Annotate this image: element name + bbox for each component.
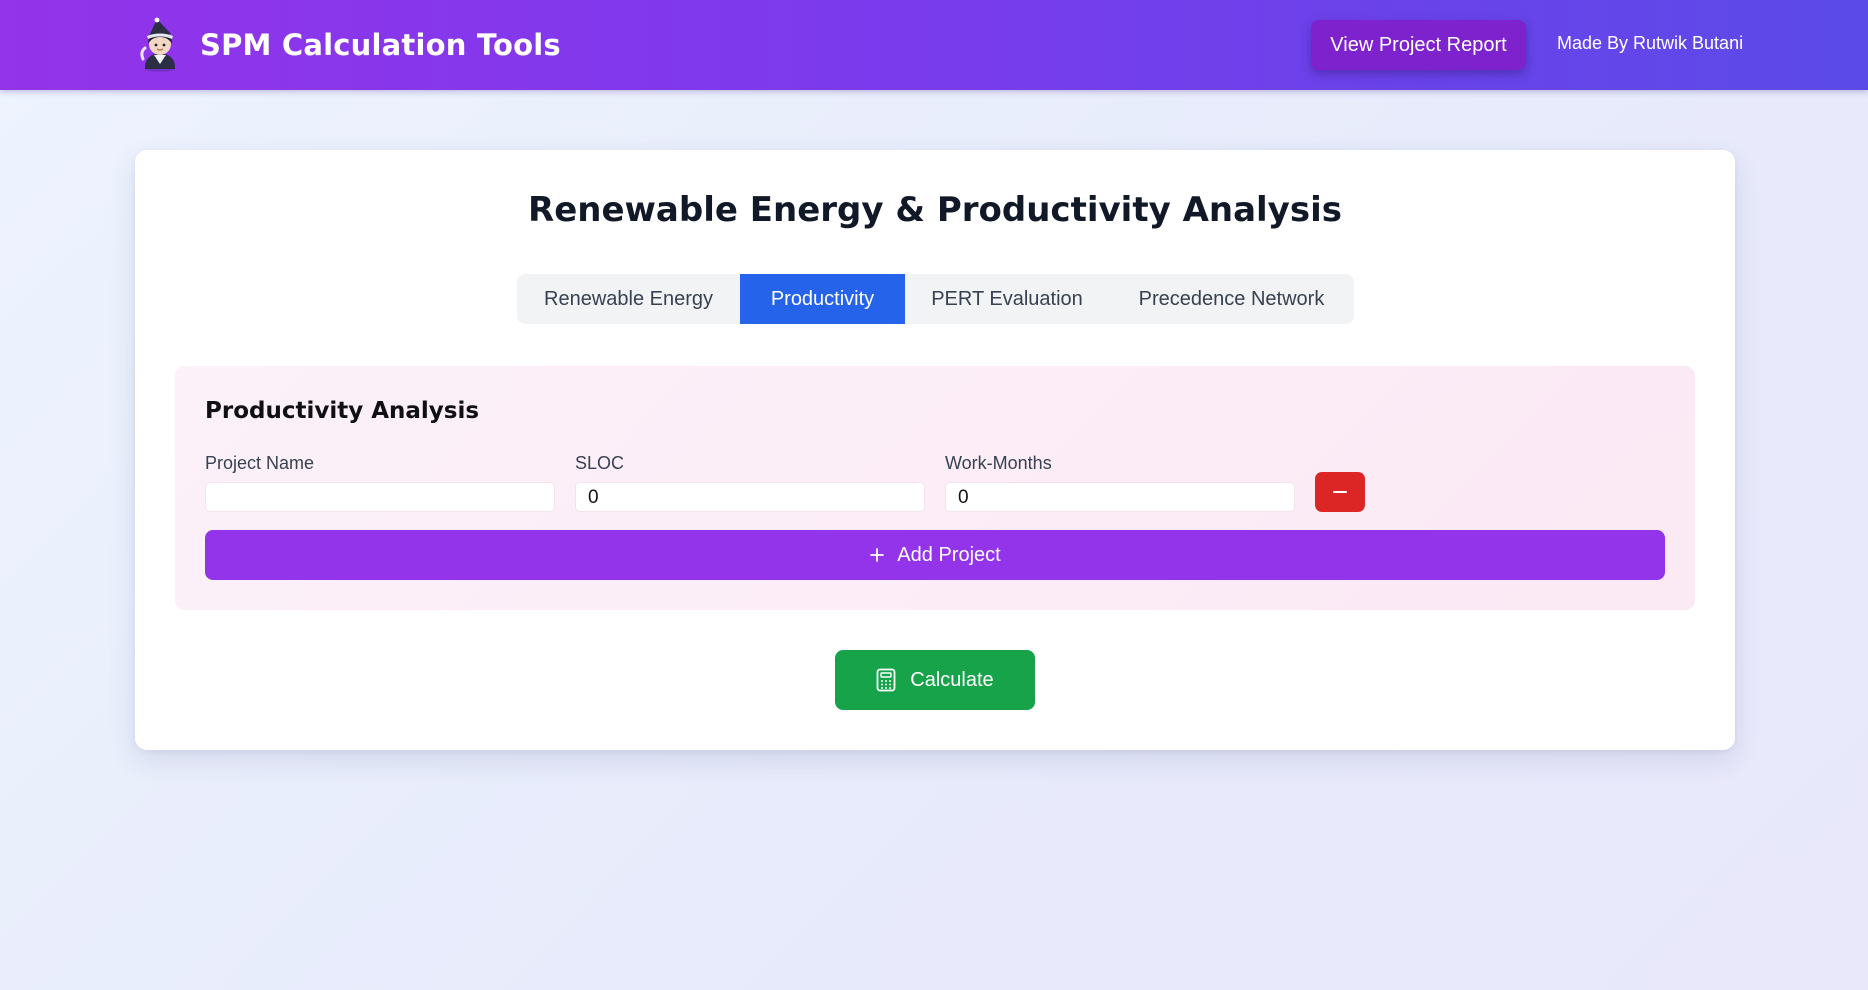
plus-icon <box>869 547 885 563</box>
tab-renewable-energy[interactable]: Renewable Energy <box>517 274 740 324</box>
productivity-panel: Productivity Analysis Project Name SLOC … <box>175 366 1695 610</box>
add-project-button[interactable]: Add Project <box>205 530 1665 580</box>
work-months-input[interactable] <box>945 482 1295 512</box>
sloc-input[interactable] <box>575 482 925 512</box>
tab-pert-evaluation[interactable]: PERT Evaluation <box>905 274 1109 324</box>
app-header: SPM Calculation Tools View Project Repor… <box>0 0 1868 90</box>
wizard-avatar-icon <box>140 17 176 72</box>
page-title: Renewable Energy & Productivity Analysis <box>528 190 1342 230</box>
calculator-icon <box>876 668 896 692</box>
tab-productivity[interactable]: Productivity <box>740 274 905 324</box>
panel-title: Productivity Analysis <box>205 398 480 424</box>
calculate-label: Calculate <box>910 668 994 691</box>
project-name-input[interactable] <box>205 482 555 512</box>
sloc-field-group: SLOC <box>575 452 925 512</box>
add-project-label: Add Project <box>897 543 1001 566</box>
sloc-label: SLOC <box>575 453 625 473</box>
brand: SPM Calculation Tools <box>136 17 561 73</box>
tab-precedence-network[interactable]: Precedence Network <box>1109 274 1354 324</box>
minus-icon <box>1333 491 1347 493</box>
author-credit: Made By Rutwik Butani <box>1557 33 1744 53</box>
calculate-button[interactable]: Calculate <box>835 650 1035 710</box>
main-card: Renewable Energy & Productivity Analysis… <box>135 150 1735 750</box>
app-title: SPM Calculation Tools <box>200 28 561 62</box>
remove-project-button[interactable] <box>1315 472 1365 512</box>
project-name-field-group: Project Name <box>205 452 555 512</box>
work-months-field-group: Work-Months <box>945 452 1295 512</box>
work-months-label: Work-Months <box>945 453 1052 473</box>
project-name-label: Project Name <box>205 453 315 473</box>
tab-bar: Renewable Energy Productivity PERT Evalu… <box>517 274 1354 324</box>
view-project-report-button[interactable]: View Project Report <box>1311 20 1526 70</box>
